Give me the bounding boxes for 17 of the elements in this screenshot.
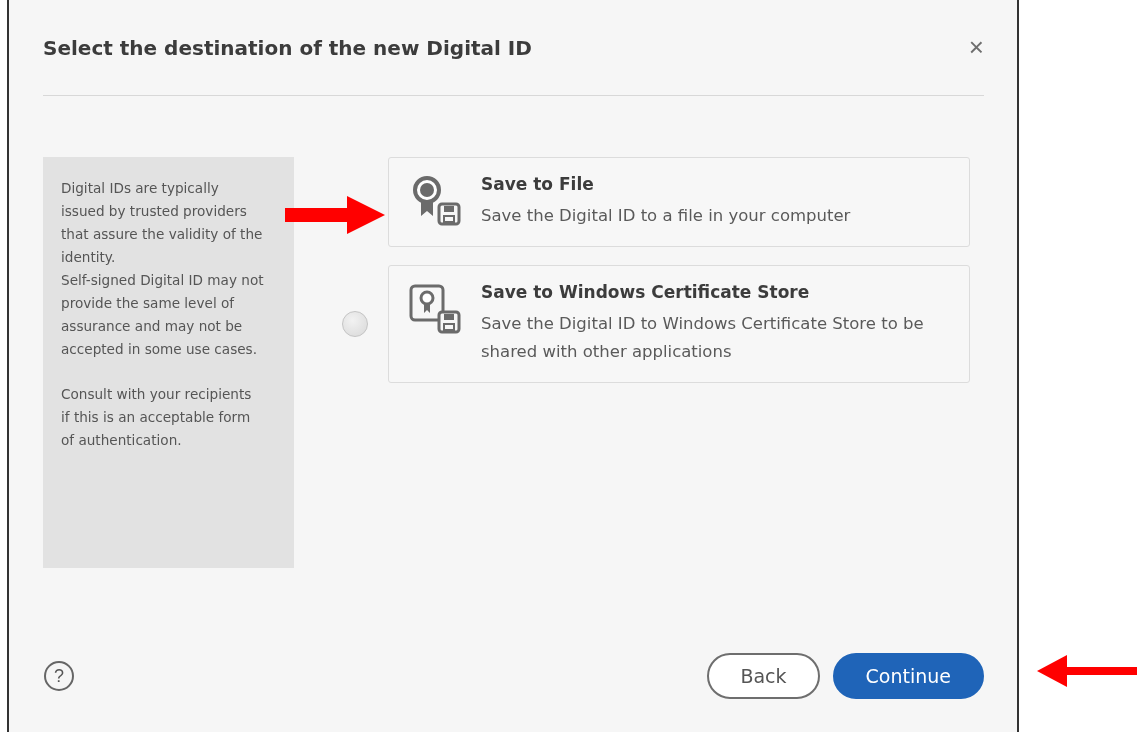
dialog-title: Select the destination of the new Digital ID <box>43 35 532 60</box>
option-title: Save to File <box>481 174 595 194</box>
option-description: Save the Digital ID to a file in your computer <box>481 205 851 227</box>
close-button[interactable]: × <box>960 32 984 63</box>
certificate-store-icon <box>409 282 461 334</box>
back-button[interactable]: Back <box>707 653 820 699</box>
info-text: Digital IDs are typically issued by trusted providers that assure the validity of the identity. Self-signed Digital ID may not provide the same level of assurance and may not be accepted in some use cases. <box>61 179 265 359</box>
option-card[interactable]: Save to File Save the Digital ID to a file in your computer <box>388 157 970 247</box>
help-button[interactable]: ? <box>44 661 74 691</box>
arrow-icon <box>285 196 385 234</box>
option-title: Save to Windows Certificate Store <box>481 282 811 302</box>
info-text: Consult with your recipients if this is an acceptable form of authentication. <box>61 385 253 450</box>
arrow-icon <box>1037 655 1137 687</box>
radio-button[interactable] <box>342 311 368 337</box>
continue-button[interactable]: Continue <box>832 653 984 699</box>
option-card[interactable]: Save to Windows Certificate Store Save the Digital ID to Windows Certificate Store to be shared with other applications <box>388 265 970 383</box>
option-description: Save the Digital ID to Windows Certificate Store to be shared with other applications <box>481 313 925 363</box>
